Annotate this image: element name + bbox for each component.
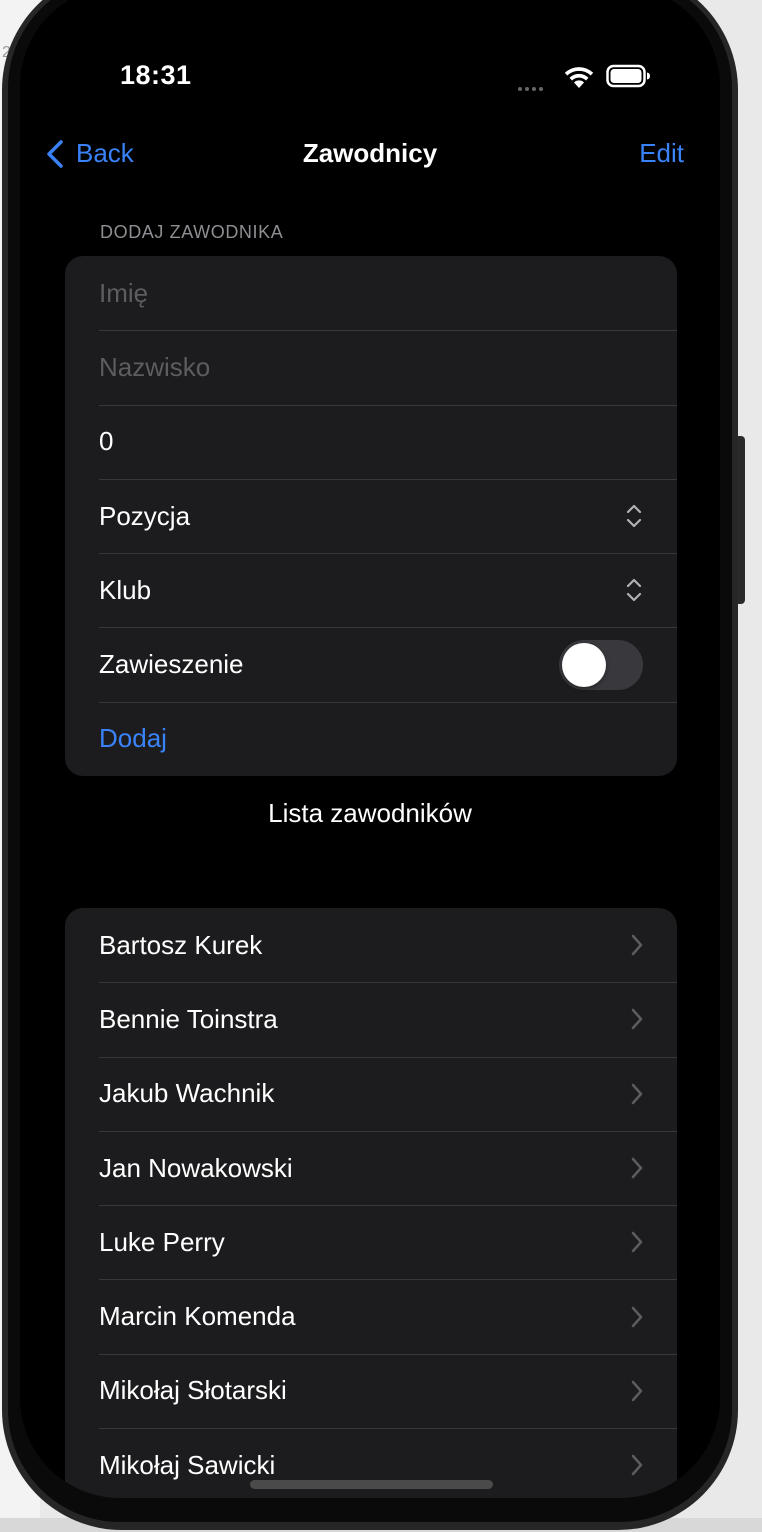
first-name-row — [65, 256, 677, 330]
phone-screen: 18:31 Back Zawodnicy Edit DODAJ ZAWODNIK… — [20, 0, 720, 1498]
cellular-signal-icon — [518, 78, 546, 96]
chevron-up-down-icon — [626, 579, 642, 602]
player-name: Mikołaj Słotarski — [99, 1375, 287, 1406]
list-item[interactable]: Jan Nowakowski — [65, 1130, 677, 1205]
suspension-label: Zawieszenie — [99, 649, 244, 680]
suspension-row: Zawieszenie — [65, 627, 677, 701]
side-button — [737, 436, 745, 604]
club-label: Klub — [99, 574, 152, 605]
list-item[interactable]: Bennie Toinstra — [65, 982, 677, 1056]
position-label: Pozycja — [99, 500, 191, 531]
player-name: Marcin Komenda — [99, 1301, 296, 1332]
add-row: Dodaj — [65, 701, 677, 776]
chevron-up-down-icon — [626, 504, 642, 528]
toggle-knob — [562, 642, 606, 687]
player-name: Luke Perry — [99, 1226, 225, 1257]
player-name: Bennie Toinstra — [99, 1003, 278, 1034]
status-time: 18:31 — [120, 60, 192, 90]
number-row — [65, 404, 677, 479]
page-title: Zawodnicy — [302, 138, 438, 168]
last-name-row — [65, 330, 677, 404]
suspension-toggle[interactable] — [559, 639, 643, 690]
list-item[interactable]: Luke Perry — [65, 1205, 677, 1279]
battery-icon — [606, 64, 652, 93]
last-name-field[interactable] — [99, 351, 643, 383]
position-picker[interactable]: Pozycja — [65, 478, 677, 553]
player-name: Jan Nowakowski — [99, 1152, 293, 1183]
players-list-heading: Lista zawodników — [268, 798, 472, 828]
chevron-right-icon — [631, 1157, 643, 1179]
player-name: Mikołaj Sawicki — [99, 1449, 276, 1480]
list-item[interactable]: Bartosz Kurek — [65, 908, 677, 982]
list-item[interactable]: Marcin Komenda — [65, 1279, 677, 1353]
player-name: Jakub Wachnik — [99, 1078, 275, 1109]
section-header-add-player: DODAJ ZAWODNIKA — [100, 222, 284, 242]
edit-button[interactable]: Edit — [639, 138, 684, 169]
players-list: Bartosz Kurek Bennie Toinstra Jakub Wach… — [65, 908, 677, 1498]
list-item[interactable]: Jakub Wachnik — [65, 1056, 677, 1131]
home-indicator[interactable] — [250, 1480, 493, 1489]
player-name: Bartosz Kurek — [99, 929, 263, 960]
wifi-icon — [562, 64, 596, 95]
chevron-right-icon — [631, 1380, 643, 1402]
add-player-form: Pozycja Klub Zawieszenie Dodaj — [65, 256, 677, 776]
chevron-right-icon — [631, 1232, 643, 1253]
chevron-right-icon — [631, 1454, 643, 1476]
first-name-field[interactable] — [99, 277, 643, 309]
club-picker[interactable]: Klub — [65, 553, 677, 627]
number-field[interactable] — [99, 426, 643, 458]
chevron-right-icon — [631, 934, 643, 956]
chevron-right-icon — [631, 1009, 643, 1030]
chevron-right-icon — [631, 1083, 643, 1104]
chevron-right-icon — [631, 1306, 643, 1327]
list-item[interactable]: Mikołaj Słotarski — [65, 1353, 677, 1428]
add-button[interactable]: Dodaj — [99, 723, 643, 754]
